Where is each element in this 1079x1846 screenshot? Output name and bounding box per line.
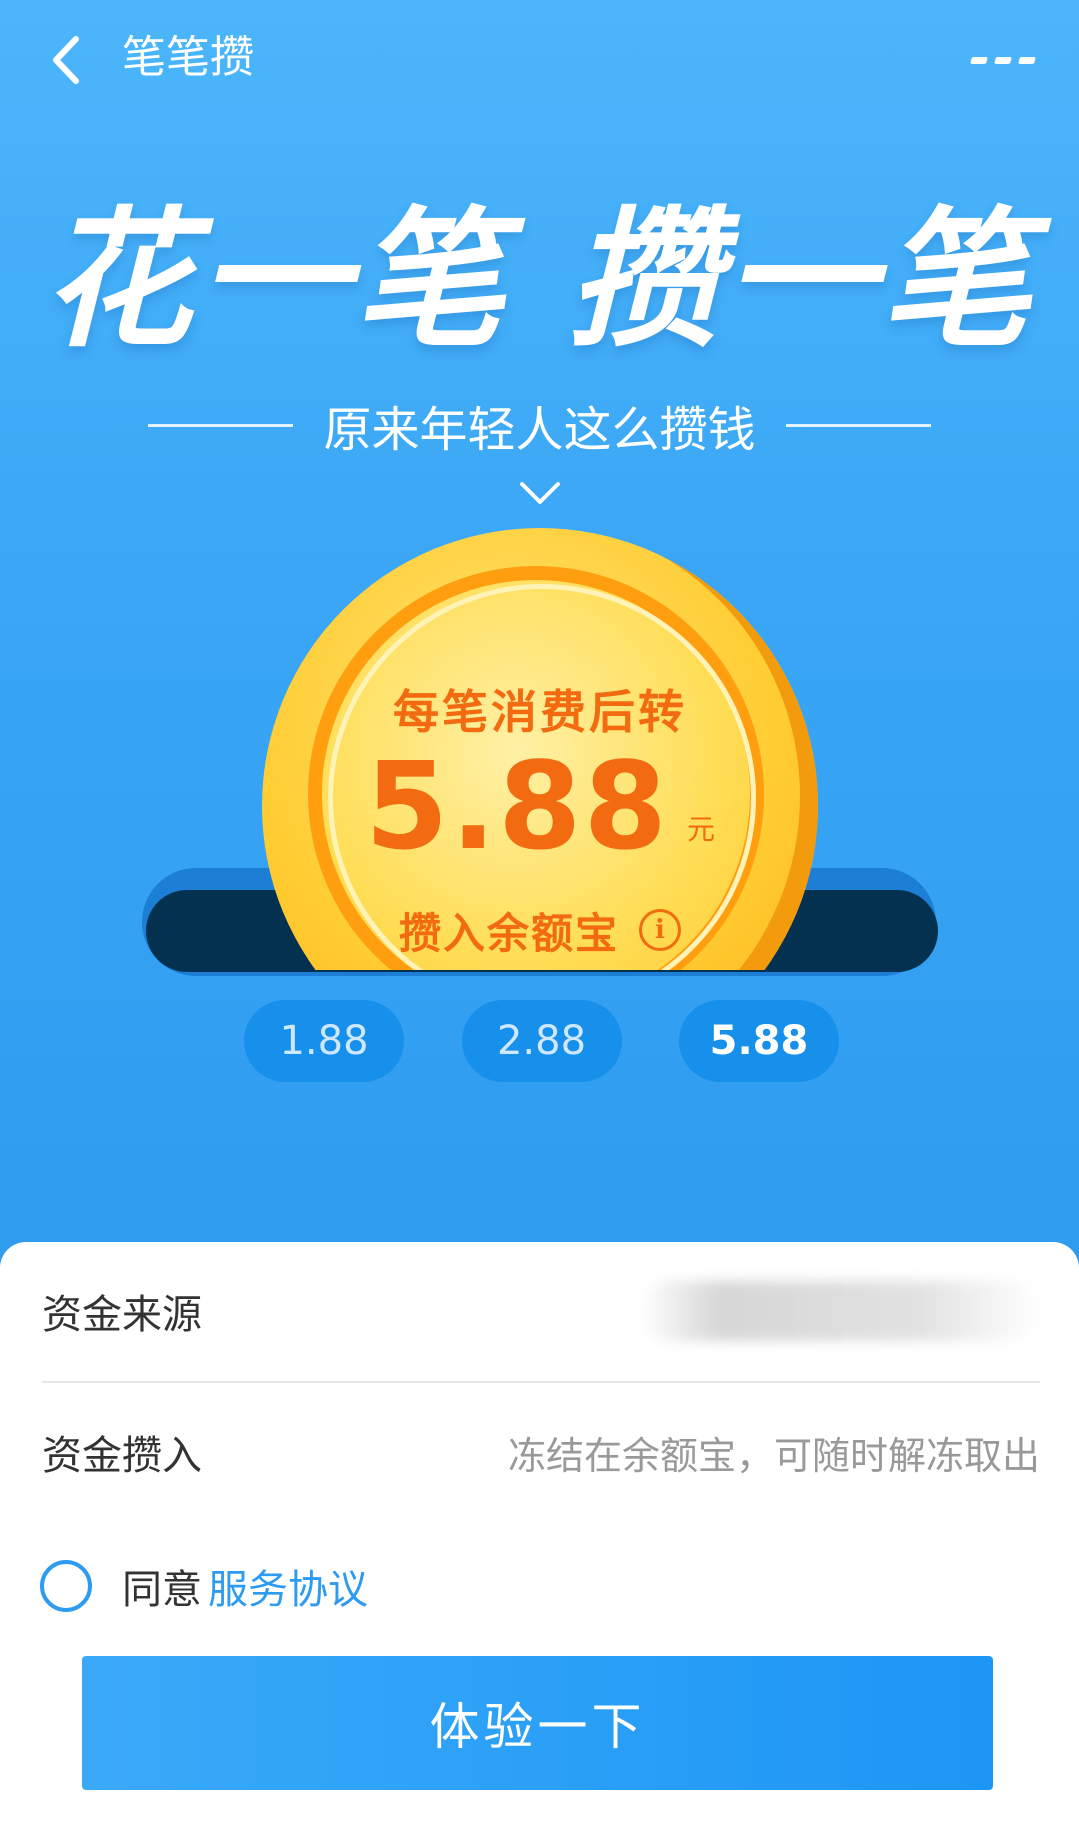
headline: 花一笔 攒一笔 — [42, 194, 1037, 368]
page-title: 笔笔攒 — [122, 32, 254, 83]
subline-row: 原来年轻人这么攒钱 — [0, 390, 1079, 460]
left-rule — [148, 423, 294, 427]
coin-label-bottom-row: 攒入余额宝 i — [262, 900, 818, 960]
amount-option-1-88[interactable]: 1.88 — [244, 1000, 404, 1082]
fund-source-value-redacted — [640, 1281, 1040, 1341]
fund-source-row[interactable]: 资金来源 — [42, 1242, 1040, 1380]
more-dots-icon — [970, 56, 988, 64]
right-rule — [785, 423, 931, 427]
try-button[interactable]: 体验一下 — [82, 1656, 993, 1790]
agree-text: 同意 — [122, 1567, 202, 1613]
amount-option-2-88[interactable]: 2.88 — [461, 1000, 622, 1082]
coin: 每笔消费后转 5.88 元 攒入余额宝 i — [262, 528, 818, 970]
coin-label-bottom: 攒入余额宝 — [398, 908, 619, 958]
fund-deposit-row: 资金攒入 冻结在余额宝，可随时解冻取出 — [42, 1383, 1040, 1521]
chevron-down-icon — [520, 482, 560, 504]
coin-unit: 元 — [687, 813, 716, 846]
coin-label-top: 每笔消费后转 — [393, 685, 687, 739]
info-icon[interactable]: i — [639, 909, 681, 951]
service-agreement-link[interactable]: 服务协议 — [208, 1557, 368, 1615]
hero-banner: 笔笔攒 花一笔 攒一笔 原来年轻人这么攒钱 每笔消费后转 5.88 元 攒入余额… — [0, 0, 1079, 1290]
fund-deposit-label: 资金攒入 — [42, 1433, 202, 1479]
agree-radio[interactable] — [40, 1560, 92, 1612]
amount-options: 1.88 2.88 5.88 — [244, 1000, 839, 1084]
fund-deposit-value: 冻结在余额宝，可随时解冻取出 — [507, 1433, 1040, 1478]
amount-option-5-88[interactable]: 5.88 — [679, 1000, 839, 1082]
agreement-row: 同意 服务协议 — [40, 1558, 368, 1614]
back-button[interactable] — [40, 30, 90, 90]
chevron-left-icon — [53, 36, 79, 84]
coin-amount: 5.88 — [364, 738, 670, 877]
fund-source-label: 资金来源 — [42, 1292, 202, 1338]
subline: 原来年轻人这么攒钱 — [323, 402, 756, 458]
coin-amount-row: 5.88 元 — [262, 748, 818, 868]
more-button[interactable] — [970, 40, 1036, 80]
